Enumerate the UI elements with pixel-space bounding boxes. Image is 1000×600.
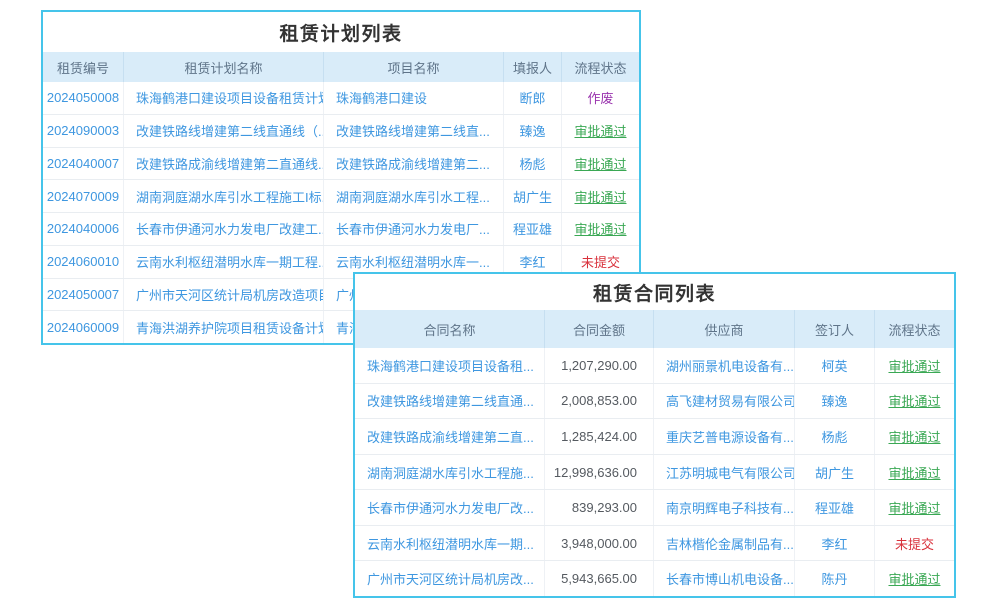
- cell-status[interactable]: 未提交: [875, 526, 954, 561]
- cell-status[interactable]: 作废: [562, 82, 639, 114]
- table-row[interactable]: 2024040006长春市伊通河水力发电厂改建工...长春市伊通河水力发电厂..…: [43, 213, 639, 246]
- column-header-reporter: 填报人: [504, 52, 562, 82]
- column-header-project-name: 项目名称: [324, 52, 504, 82]
- table-row[interactable]: 云南水利枢纽潜明水库一期...3,948,000.00吉林楷伦金属制品有...李…: [355, 526, 954, 562]
- table-row[interactable]: 广州市天河区统计局机房改...5,943,665.00长春市博山机电设备...陈…: [355, 561, 954, 596]
- cell-reporter[interactable]: 杨彪: [504, 148, 562, 180]
- cell-project-name[interactable]: 改建铁路线增建第二线直...: [324, 115, 504, 147]
- table-row[interactable]: 2024090003改建铁路线增建第二线直通线（...改建铁路线增建第二线直..…: [43, 115, 639, 148]
- column-header-amount: 合同金额: [545, 310, 654, 348]
- cell-contract-name[interactable]: 珠海鹤港口建设项目设备租...: [355, 348, 545, 383]
- cell-supplier[interactable]: 长春市博山机电设备...: [654, 561, 795, 596]
- cell-contract-name[interactable]: 改建铁路线增建第二线直通...: [355, 384, 545, 419]
- lease-contract-panel-title: 租赁合同列表: [355, 274, 954, 310]
- cell-contract-name[interactable]: 湖南洞庭湖水库引水工程施...: [355, 455, 545, 490]
- cell-signer[interactable]: 程亚雄: [795, 490, 875, 525]
- table-row[interactable]: 2024070009湖南洞庭湖水库引水工程施工I标...湖南洞庭湖水库引水工程.…: [43, 180, 639, 213]
- cell-status[interactable]: 审批通过: [875, 561, 954, 596]
- cell-signer[interactable]: 杨彪: [795, 419, 875, 454]
- cell-lease-id[interactable]: 2024050007: [43, 279, 124, 311]
- cell-amount: 839,293.00: [545, 490, 654, 525]
- cell-lease-id[interactable]: 2024040006: [43, 213, 124, 245]
- cell-supplier[interactable]: 湖州丽景机电设备有...: [654, 348, 795, 383]
- cell-signer[interactable]: 陈丹: [795, 561, 875, 596]
- cell-supplier[interactable]: 吉林楷伦金属制品有...: [654, 526, 795, 561]
- table-row[interactable]: 改建铁路成渝线增建第二直...1,285,424.00重庆艺普电源设备有...杨…: [355, 419, 954, 455]
- cell-project-name[interactable]: 珠海鹤港口建设: [324, 82, 504, 114]
- cell-plan-name[interactable]: 珠海鹤港口建设项目设备租赁计划: [124, 82, 324, 114]
- cell-lease-id[interactable]: 2024060010: [43, 246, 124, 278]
- cell-contract-name[interactable]: 改建铁路成渝线增建第二直...: [355, 419, 545, 454]
- cell-amount: 12,998,636.00: [545, 455, 654, 490]
- cell-status[interactable]: 审批通过: [875, 348, 954, 383]
- lease-plan-table-header: 租赁编号租赁计划名称项目名称填报人流程状态: [43, 52, 639, 82]
- column-header-lease-id: 租赁编号: [43, 52, 124, 82]
- cell-signer[interactable]: 胡广生: [795, 455, 875, 490]
- column-header-contract-name: 合同名称: [355, 310, 545, 348]
- cell-project-name[interactable]: 改建铁路成渝线增建第二...: [324, 148, 504, 180]
- cell-amount: 5,943,665.00: [545, 561, 654, 596]
- cell-supplier[interactable]: 高飞建材贸易有限公司: [654, 384, 795, 419]
- column-header-status: 流程状态: [875, 310, 954, 348]
- table-row[interactable]: 改建铁路线增建第二线直通...2,008,853.00高飞建材贸易有限公司臻逸审…: [355, 384, 954, 420]
- cell-amount: 3,948,000.00: [545, 526, 654, 561]
- cell-supplier[interactable]: 江苏明城电气有限公司: [654, 455, 795, 490]
- cell-reporter[interactable]: 程亚雄: [504, 213, 562, 245]
- cell-supplier[interactable]: 南京明辉电子科技有...: [654, 490, 795, 525]
- cell-status[interactable]: 审批通过: [562, 180, 639, 212]
- cell-plan-name[interactable]: 湖南洞庭湖水库引水工程施工I标...: [124, 180, 324, 212]
- cell-lease-id[interactable]: 2024040007: [43, 148, 124, 180]
- cell-signer[interactable]: 柯英: [795, 348, 875, 383]
- lease-contract-list-panel: 租赁合同列表 合同名称合同金额供应商签订人流程状态 珠海鹤港口建设项目设备租..…: [353, 272, 956, 598]
- cell-plan-name[interactable]: 广州市天河区统计局机房改造项目: [124, 279, 324, 311]
- table-row[interactable]: 2024040007改建铁路成渝线增建第二直通线...改建铁路成渝线增建第二..…: [43, 148, 639, 181]
- column-header-signer: 签订人: [795, 310, 875, 348]
- lease-contract-table-body: 珠海鹤港口建设项目设备租...1,207,290.00湖州丽景机电设备有...柯…: [355, 348, 954, 596]
- cell-amount: 2,008,853.00: [545, 384, 654, 419]
- cell-plan-name[interactable]: 改建铁路线增建第二线直通线（...: [124, 115, 324, 147]
- cell-amount: 1,207,290.00: [545, 348, 654, 383]
- cell-reporter[interactable]: 胡广生: [504, 180, 562, 212]
- cell-lease-id[interactable]: 2024070009: [43, 180, 124, 212]
- cell-plan-name[interactable]: 云南水利枢纽潜明水库一期工程...: [124, 246, 324, 278]
- cell-signer[interactable]: 李红: [795, 526, 875, 561]
- table-row[interactable]: 2024050008珠海鹤港口建设项目设备租赁计划珠海鹤港口建设断郎作废: [43, 82, 639, 115]
- cell-status[interactable]: 审批通过: [562, 213, 639, 245]
- cell-status[interactable]: 审批通过: [875, 455, 954, 490]
- cell-amount: 1,285,424.00: [545, 419, 654, 454]
- cell-lease-id[interactable]: 2024050008: [43, 82, 124, 114]
- cell-project-name[interactable]: 长春市伊通河水力发电厂...: [324, 213, 504, 245]
- table-row[interactable]: 长春市伊通河水力发电厂改...839,293.00南京明辉电子科技有...程亚雄…: [355, 490, 954, 526]
- cell-reporter[interactable]: 臻逸: [504, 115, 562, 147]
- lease-contract-table-header: 合同名称合同金额供应商签订人流程状态: [355, 310, 954, 348]
- cell-lease-id[interactable]: 2024090003: [43, 115, 124, 147]
- cell-lease-id[interactable]: 2024060009: [43, 311, 124, 343]
- column-header-plan-name: 租赁计划名称: [124, 52, 324, 82]
- cell-contract-name[interactable]: 广州市天河区统计局机房改...: [355, 561, 545, 596]
- column-header-status: 流程状态: [562, 52, 639, 82]
- cell-contract-name[interactable]: 云南水利枢纽潜明水库一期...: [355, 526, 545, 561]
- cell-reporter[interactable]: 断郎: [504, 82, 562, 114]
- cell-status[interactable]: 审批通过: [875, 419, 954, 454]
- lease-plan-panel-title: 租赁计划列表: [43, 12, 639, 52]
- table-row[interactable]: 湖南洞庭湖水库引水工程施...12,998,636.00江苏明城电气有限公司胡广…: [355, 455, 954, 491]
- cell-status[interactable]: 审批通过: [562, 115, 639, 147]
- column-header-supplier: 供应商: [654, 310, 795, 348]
- cell-status[interactable]: 审批通过: [562, 148, 639, 180]
- cell-status[interactable]: 审批通过: [875, 384, 954, 419]
- cell-plan-name[interactable]: 长春市伊通河水力发电厂改建工...: [124, 213, 324, 245]
- cell-supplier[interactable]: 重庆艺普电源设备有...: [654, 419, 795, 454]
- cell-status[interactable]: 审批通过: [875, 490, 954, 525]
- cell-contract-name[interactable]: 长春市伊通河水力发电厂改...: [355, 490, 545, 525]
- cell-project-name[interactable]: 湖南洞庭湖水库引水工程...: [324, 180, 504, 212]
- cell-plan-name[interactable]: 改建铁路成渝线增建第二直通线...: [124, 148, 324, 180]
- cell-plan-name[interactable]: 青海洪湖养护院项目租赁设备计划: [124, 311, 324, 343]
- cell-signer[interactable]: 臻逸: [795, 384, 875, 419]
- table-row[interactable]: 珠海鹤港口建设项目设备租...1,207,290.00湖州丽景机电设备有...柯…: [355, 348, 954, 384]
